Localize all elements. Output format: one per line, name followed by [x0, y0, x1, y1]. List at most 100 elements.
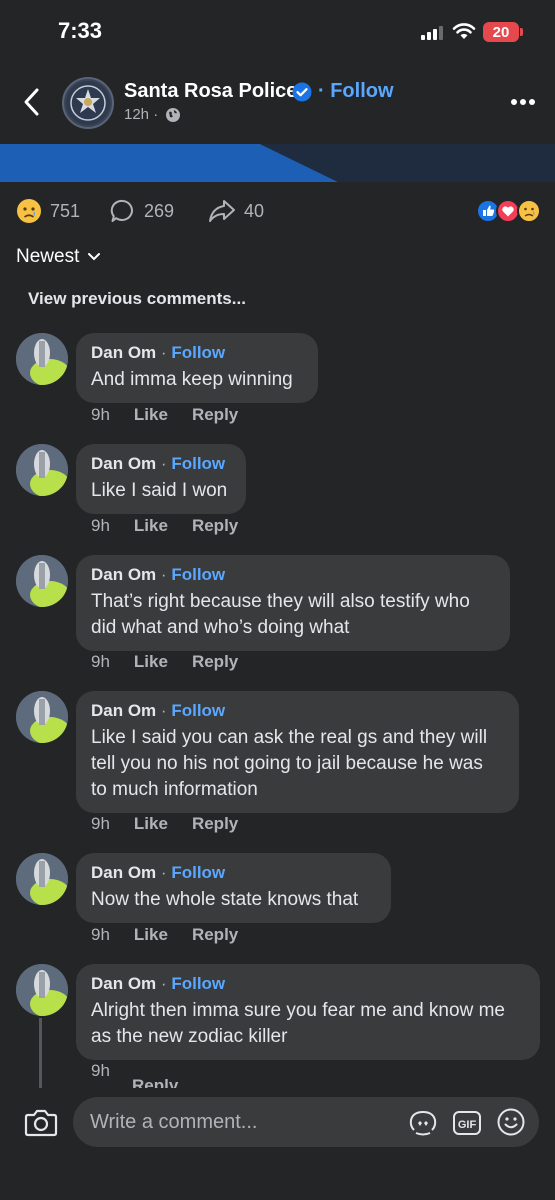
like-reaction-icon	[476, 199, 500, 223]
comment-icon	[110, 199, 133, 222]
follow-label[interactable]: Follow	[330, 80, 393, 102]
like-button[interactable]: Like	[134, 405, 168, 425]
battery-icon: 20	[483, 22, 519, 42]
reply-button[interactable]: Reply	[192, 516, 238, 536]
view-previous-comments[interactable]: View previous comments...	[28, 289, 246, 309]
like-button[interactable]: Like	[134, 925, 168, 945]
comment-bubble[interactable]: Dan Om · Follow That’s right because the…	[76, 555, 510, 651]
comment-text: Like I said I won	[91, 480, 228, 501]
separator-dot: ·	[160, 974, 167, 993]
comment-meta: 9h	[91, 1061, 110, 1081]
camera-icon[interactable]	[24, 1106, 58, 1138]
police-star-icon	[66, 81, 110, 125]
like-button[interactable]: Like	[134, 516, 168, 536]
separator-dot: ·	[160, 454, 167, 473]
avatar-image	[16, 444, 68, 496]
reply-button[interactable]: Reply	[192, 925, 238, 945]
post-time-dot: ·	[153, 106, 159, 123]
commenter-avatar[interactable]	[16, 444, 68, 496]
comment-input-placeholder[interactable]: Write a comment...	[90, 1111, 257, 1134]
share-count: 40	[244, 200, 265, 221]
reaction-types[interactable]	[476, 198, 542, 224]
blue-stripe-graphic	[0, 144, 555, 182]
avatar-image	[16, 333, 68, 385]
comment-text: That’s right because they will also test…	[91, 591, 470, 638]
emoji-icon[interactable]	[496, 1107, 526, 1137]
separator-dot: ·	[160, 343, 167, 362]
comment-text: And imma keep winning	[91, 369, 293, 390]
sort-label: Newest	[16, 246, 80, 267]
comment-meta: 9h Like Reply	[91, 652, 238, 672]
post-image-strip[interactable]	[0, 144, 555, 182]
comment-author-line: Dan Om · Follow	[91, 863, 375, 883]
comment-author-line: Dan Om · Follow	[91, 565, 494, 585]
comment-time: 9h	[91, 405, 110, 424]
comment-author[interactable]: Dan Om	[91, 863, 156, 882]
comment-author[interactable]: Dan Om	[91, 974, 156, 993]
comment-author[interactable]: Dan Om	[91, 701, 156, 720]
comment-bubble[interactable]: Dan Om · Follow And imma keep winning	[76, 333, 318, 403]
comment-author[interactable]: Dan Om	[91, 343, 156, 362]
commenter-avatar[interactable]	[16, 333, 68, 385]
wifi-icon	[452, 23, 476, 39]
back-icon[interactable]	[20, 86, 44, 118]
reply-button[interactable]: Reply	[192, 652, 238, 672]
status-time: 7:33	[58, 18, 103, 43]
comment-text: Alright then imma sure you fear me and k…	[91, 1000, 505, 1047]
reply-button[interactable]: Reply	[192, 814, 238, 834]
follow-page-button[interactable]: · Follow	[318, 80, 394, 103]
comment-author-line: Dan Om · Follow	[91, 701, 503, 721]
more-icon[interactable]	[510, 98, 536, 106]
avatar-image	[16, 964, 68, 1016]
comment-author-line: Dan Om · Follow	[91, 343, 302, 363]
comment-count-button[interactable]: 269	[110, 196, 174, 226]
comment-time: 9h	[91, 516, 110, 535]
avatar-image	[16, 691, 68, 743]
avatar-image	[16, 853, 68, 905]
share-count-button[interactable]: 40	[208, 196, 264, 226]
like-button[interactable]: Like	[134, 814, 168, 834]
comment-text: Like I said you can ask the real gs and …	[91, 727, 488, 800]
comment-bubble[interactable]: Dan Om · Follow Like I said you can ask …	[76, 691, 519, 813]
page-avatar[interactable]	[62, 77, 114, 129]
chevron-down-icon	[88, 253, 101, 261]
comment-meta: 9h Like Reply	[91, 925, 238, 945]
love-reaction-icon	[496, 199, 520, 223]
sort-dropdown[interactable]: Newest	[16, 246, 101, 268]
comment-author-line: Dan Om · Follow	[91, 974, 524, 994]
comment-follow-button[interactable]: Follow	[171, 343, 225, 362]
comment-bubble[interactable]: Dan Om · Follow Like I said I won	[76, 444, 246, 514]
reply-button[interactable]: Reply	[192, 405, 238, 425]
comment-time: 9h	[91, 814, 110, 833]
reply-thread-line	[39, 1018, 42, 1088]
comment-follow-button[interactable]: Follow	[171, 974, 225, 993]
comment-follow-button[interactable]: Follow	[171, 701, 225, 720]
comment-text: Now the whole state knows that	[91, 889, 359, 910]
comment-bubble[interactable]: Dan Om · Follow Alright then imma sure y…	[76, 964, 540, 1060]
commenter-avatar[interactable]	[16, 964, 68, 1016]
separator-dot: ·	[160, 565, 167, 584]
separator-dot: ·	[160, 701, 167, 720]
signal-icon	[421, 26, 443, 40]
comment-author[interactable]: Dan Om	[91, 454, 156, 473]
comment-meta: 9h Like Reply	[91, 814, 238, 834]
comment-follow-button[interactable]: Follow	[171, 454, 225, 473]
comment-follow-button[interactable]: Follow	[171, 565, 225, 584]
commenter-avatar[interactable]	[16, 691, 68, 743]
separator-dot: ·	[160, 863, 167, 882]
comment-follow-button[interactable]: Follow	[171, 863, 225, 882]
avatar-sticker-icon[interactable]	[408, 1108, 438, 1138]
reaction-summary[interactable]: 751	[16, 196, 80, 226]
gif-icon[interactable]: GIF	[452, 1108, 482, 1138]
commenter-avatar[interactable]	[16, 853, 68, 905]
commenter-avatar[interactable]	[16, 555, 68, 607]
comment-bubble[interactable]: Dan Om · Follow Now the whole state know…	[76, 853, 391, 923]
reaction-count: 751	[50, 200, 81, 221]
battery-level: 20	[492, 23, 510, 41]
comment-author[interactable]: Dan Om	[91, 565, 156, 584]
verified-icon	[292, 82, 312, 102]
page-name[interactable]: Santa Rosa Police	[124, 80, 297, 103]
like-button[interactable]: Like	[134, 652, 168, 672]
avatar-image	[16, 555, 68, 607]
globe-icon	[166, 108, 180, 122]
